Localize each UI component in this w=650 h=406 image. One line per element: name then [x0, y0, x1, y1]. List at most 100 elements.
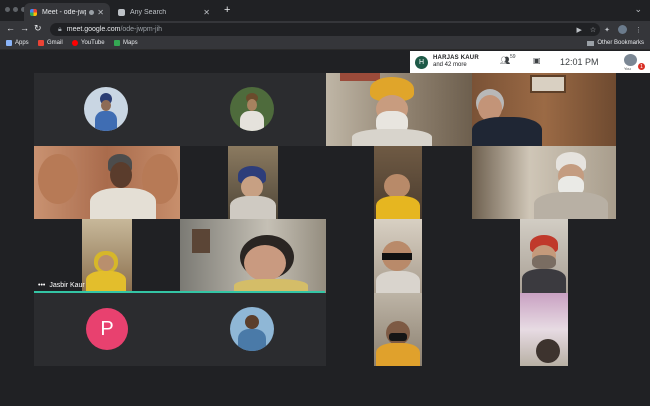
statue-face — [38, 154, 78, 204]
bookmark-youtube[interactable]: YouTube — [72, 40, 105, 46]
face — [384, 174, 410, 198]
apps-icon — [6, 40, 12, 46]
chat-icon[interactable]: ▣ — [533, 56, 541, 65]
body — [376, 196, 420, 219]
address-bar[interactable]: 🔒︎ meet.google.com/ode-jwpm-jih — [50, 23, 600, 36]
participant-tile[interactable] — [180, 219, 326, 293]
tab-strip: Meet - ode-jwpm-jih ✕ Any Search ✕ + ⌄ — [0, 0, 650, 21]
page-icon — [118, 8, 125, 16]
maps-icon — [114, 40, 120, 46]
participant-tile[interactable] — [472, 219, 616, 293]
back-icon[interactable]: ← — [6, 23, 15, 33]
body — [534, 192, 608, 219]
bookmarks-bar: Apps Gmail YouTube Maps Other Bookmarks — [0, 38, 650, 50]
reload-icon[interactable]: ↻ — [34, 23, 42, 34]
new-tab-button[interactable]: + — [224, 4, 230, 16]
other-bookmarks-label: Other Bookmarks — [597, 40, 644, 46]
presenter-info: HARJAS KAUR and 42 more — [433, 55, 479, 69]
notification-badge: 1 — [638, 63, 645, 70]
people-icon[interactable]: 👥︎ — [500, 56, 510, 65]
wall-picture — [530, 75, 566, 93]
body — [90, 188, 156, 219]
participant-name: Jasbir Kaur — [49, 282, 85, 289]
more-options-icon[interactable]: ••• — [38, 282, 45, 289]
youtube-icon — [72, 40, 78, 46]
url-path: /ode-jwpm-jih — [120, 26, 163, 33]
beard — [532, 255, 556, 269]
participant-name-label: ••• Jasbir Kaur — [38, 282, 85, 289]
bookmark-gmail[interactable]: Gmail — [38, 40, 63, 46]
tab-meet[interactable]: Meet - ode-jwpm-jih ✕ — [24, 3, 110, 21]
face — [110, 162, 132, 188]
body — [472, 117, 542, 146]
meet-window: H HARJAS KAUR and 42 more 👥︎ 59 ▣ 12:01 … — [0, 51, 650, 406]
participant-tile[interactable]: P — [34, 293, 180, 366]
face — [101, 100, 111, 111]
presenter-avatar: H — [415, 55, 428, 69]
sunglasses — [382, 253, 412, 260]
menu-icon[interactable]: ⋮ — [635, 26, 642, 34]
body — [376, 343, 420, 366]
extensions-icon[interactable]: ✦ — [604, 26, 610, 34]
participant-tile[interactable] — [180, 146, 326, 219]
participant-avatar — [84, 87, 128, 131]
bookmark-maps[interactable]: Maps — [114, 40, 138, 46]
folder-icon — [587, 40, 595, 46]
participant-tile-active[interactable]: ••• Jasbir Kaur — [34, 219, 180, 293]
participant-tile[interactable] — [180, 73, 326, 146]
close-icon[interactable]: ✕ — [203, 8, 210, 17]
face — [98, 255, 114, 271]
tab-any-search[interactable]: Any Search ✕ — [112, 3, 216, 21]
bookmark-apps[interactable]: Apps — [6, 40, 29, 46]
body — [240, 111, 264, 131]
self-label: You — [624, 66, 631, 71]
bookmark-label: Maps — [123, 40, 138, 46]
participant-tile[interactable] — [326, 73, 472, 146]
participant-tile[interactable] — [326, 293, 472, 366]
body — [376, 271, 420, 293]
wall-frame — [340, 73, 380, 81]
camera-icon[interactable]: ▶ — [576, 26, 581, 34]
presenter-name: HARJAS KAUR — [433, 55, 479, 61]
body — [522, 269, 566, 293]
forward-icon[interactable]: → — [20, 23, 29, 33]
body — [238, 329, 266, 351]
participant-tile[interactable] — [326, 146, 472, 219]
participant-tile[interactable] — [34, 73, 180, 146]
star-icon[interactable]: ☆ — [590, 26, 596, 34]
close-icon[interactable]: ✕ — [97, 8, 104, 17]
face — [244, 245, 286, 281]
participant-tile[interactable] — [180, 293, 326, 366]
body — [95, 111, 117, 131]
wall-picture — [192, 229, 210, 253]
tab-title: Any Search — [130, 8, 167, 16]
face — [536, 339, 560, 363]
face — [245, 315, 259, 329]
participant-tile[interactable] — [34, 146, 180, 219]
participant-tile[interactable] — [472, 146, 616, 219]
face — [241, 176, 263, 198]
self-view-avatar[interactable] — [624, 54, 637, 66]
bookmark-label: YouTube — [81, 40, 105, 46]
lock-icon: 🔒︎ — [58, 25, 62, 33]
body — [352, 129, 432, 146]
tab-title: Meet - ode-jwpm-jih — [42, 8, 86, 16]
participant-tile[interactable] — [472, 73, 616, 146]
meet-top-bar: H HARJAS KAUR and 42 more 👥︎ 59 ▣ 12:01 … — [410, 51, 650, 73]
tab-search-icon[interactable]: ⌄ — [634, 4, 642, 15]
body — [230, 196, 276, 219]
profile-avatar[interactable] — [618, 25, 627, 34]
other-bookmarks[interactable]: Other Bookmarks — [587, 40, 644, 46]
participant-count: 59 — [510, 54, 516, 60]
recording-icon — [89, 9, 95, 15]
participant-tile[interactable] — [326, 219, 472, 293]
meeting-clock: 12:01 PM — [560, 57, 599, 67]
gmail-icon — [38, 40, 44, 46]
face-mask — [389, 333, 407, 341]
bookmark-label: Apps — [15, 40, 29, 46]
participant-avatar — [230, 87, 274, 131]
letter-avatar: P — [86, 308, 128, 350]
window-controls[interactable] — [5, 7, 26, 12]
participant-tile[interactable] — [472, 293, 616, 366]
meet-favicon-icon — [30, 8, 37, 16]
